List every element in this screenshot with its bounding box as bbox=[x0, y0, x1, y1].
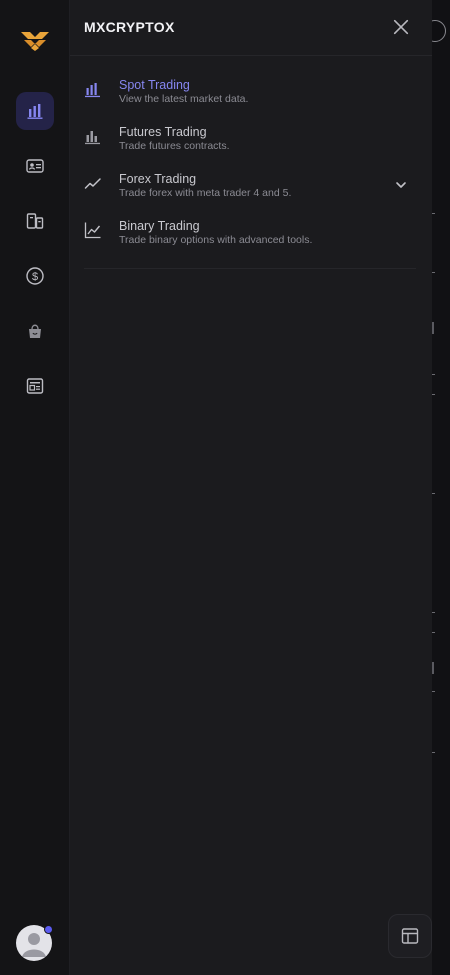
menu-item-description: Trade binary options with advanced tools… bbox=[119, 234, 313, 246]
trading-menu: Spot Trading View the latest market data… bbox=[84, 70, 416, 269]
close-icon bbox=[393, 19, 409, 35]
trading-drawer: MXCRYPTOX Spot Trading View the latest m… bbox=[70, 0, 432, 975]
shopping-bag-icon bbox=[29, 324, 41, 338]
rail-item-accounts[interactable] bbox=[16, 147, 54, 185]
line-chart-icon bbox=[84, 222, 101, 239]
background-tick bbox=[432, 322, 434, 334]
rail-item-news[interactable] bbox=[16, 367, 54, 405]
svg-text:$: $ bbox=[32, 271, 38, 283]
bars-icon bbox=[85, 131, 100, 145]
brand-name: MXCRYPTOX bbox=[84, 19, 175, 35]
id-card-icon bbox=[26, 159, 44, 173]
close-button[interactable] bbox=[390, 16, 412, 38]
trend-line-icon bbox=[84, 178, 101, 189]
brand-logo-icon[interactable] bbox=[20, 30, 50, 52]
drawer-header: MXCRYPTOX bbox=[70, 0, 432, 56]
background-tick bbox=[432, 752, 435, 753]
bar-chart-icon bbox=[27, 104, 43, 119]
background-page bbox=[424, 0, 450, 975]
menu-item-description: Trade forex with meta trader 4 and 5. bbox=[119, 187, 292, 199]
background-tick bbox=[432, 632, 435, 633]
chevron-down-icon[interactable] bbox=[394, 178, 408, 192]
menu-item-forex-trading[interactable]: Forex Trading Trade forex with meta trad… bbox=[84, 164, 416, 211]
dollar-circle-icon: $ bbox=[26, 267, 44, 285]
devices-icon bbox=[26, 213, 44, 229]
menu-item-description: Trade futures contracts. bbox=[119, 140, 230, 152]
menu-item-title: Spot Trading bbox=[119, 78, 190, 92]
menu-item-title: Forex Trading bbox=[119, 172, 197, 186]
background-tick bbox=[432, 272, 435, 273]
layout-icon bbox=[401, 928, 419, 944]
icon-rail: $ bbox=[0, 0, 70, 975]
background-tick bbox=[432, 612, 435, 613]
rail-item-markets[interactable] bbox=[16, 92, 54, 130]
rail-item-devices[interactable] bbox=[16, 202, 54, 240]
background-tick bbox=[432, 662, 434, 674]
news-icon bbox=[26, 378, 44, 394]
menu-item-futures-trading[interactable]: Futures Trading Trade futures contracts. bbox=[84, 117, 416, 164]
background-tick bbox=[432, 394, 435, 395]
menu-item-description: View the latest market data. bbox=[119, 93, 249, 105]
menu-item-spot-trading[interactable]: Spot Trading View the latest market data… bbox=[84, 70, 416, 117]
background-tick bbox=[432, 213, 435, 214]
menu-item-title: Binary Trading bbox=[119, 219, 200, 233]
bars-icon bbox=[85, 83, 100, 98]
rail-item-wallet[interactable]: $ bbox=[16, 257, 54, 295]
background-tick bbox=[432, 691, 435, 692]
menu-item-title: Futures Trading bbox=[119, 125, 207, 139]
layout-toggle-button[interactable] bbox=[388, 914, 432, 958]
rail-item-shop[interactable] bbox=[16, 312, 54, 350]
notification-dot bbox=[44, 925, 53, 934]
menu-item-binary-trading[interactable]: Binary Trading Trade binary options with… bbox=[84, 211, 416, 258]
background-tick bbox=[432, 493, 435, 494]
background-tick bbox=[432, 374, 435, 375]
